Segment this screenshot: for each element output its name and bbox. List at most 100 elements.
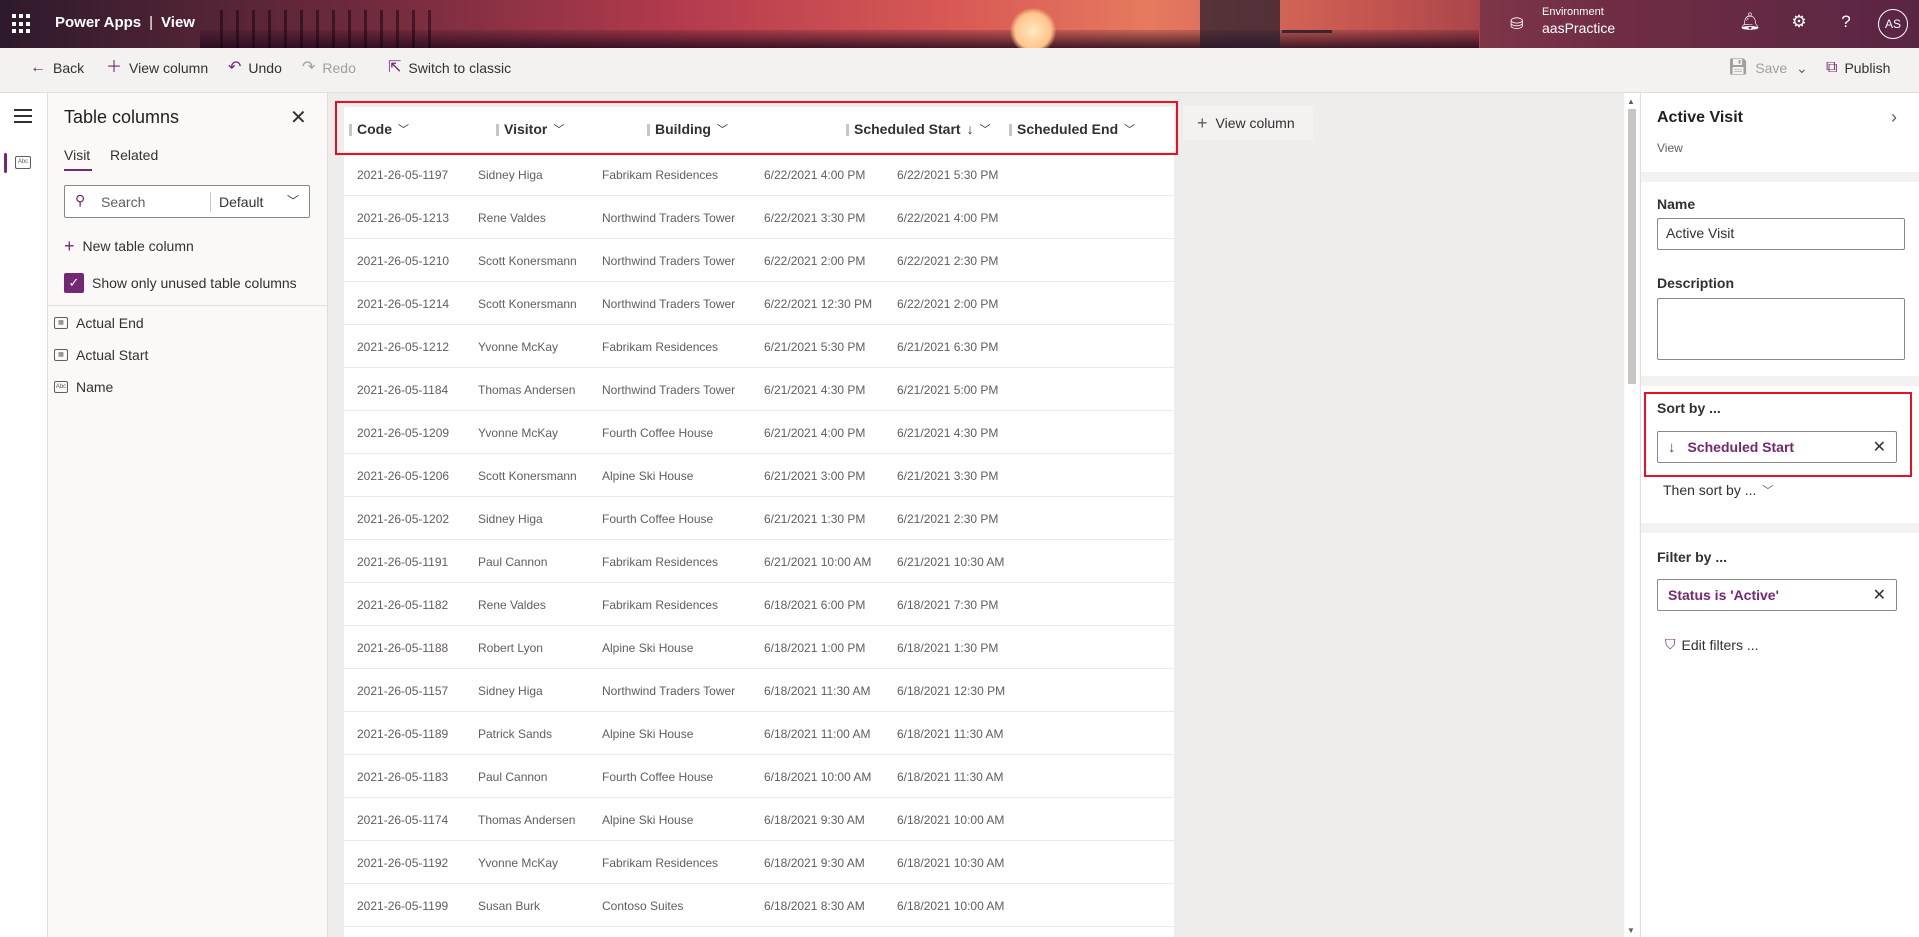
environment-name[interactable]: aasPractice xyxy=(1542,20,1615,36)
column-resize-handle[interactable] xyxy=(1009,124,1012,136)
hamburger-menu-icon[interactable] xyxy=(14,109,32,127)
table-row[interactable]: 2021-26-05-1188 Robert Lyon Alpine Ski Hou… xyxy=(344,626,1174,669)
field-actual-end[interactable]: ▦ Actual End xyxy=(54,315,144,331)
sort-by-value: Scheduled Start xyxy=(1687,439,1795,455)
table-row[interactable]: 2021-26-05-1212 Yvonne McKay Fabrikam Resi… xyxy=(344,325,1174,368)
table-row[interactable]: 2021-26-05-1191 Paul Cannon Fabrikam Resid… xyxy=(344,540,1174,583)
table-row[interactable]: 2021-26-05-1189 Patrick Sands Alpine Ski H… xyxy=(344,712,1174,755)
settings-icon[interactable]: ⚙ xyxy=(1787,12,1811,32)
table-row[interactable]: 2021-26-05-1157 Sidney Higa Northwind Trad… xyxy=(344,669,1174,712)
field-actual-start[interactable]: ▦ Actual Start xyxy=(54,347,148,363)
cell-code: 2021-26-05-1188 xyxy=(357,641,449,655)
table-row[interactable]: 2021-26-05-1197 Sidney Higa Fabrikam Resid… xyxy=(344,153,1174,196)
plus-icon: + xyxy=(1197,113,1208,133)
chevron-down-icon[interactable]: ﹀ xyxy=(398,121,409,137)
close-panel-icon[interactable]: ✕ xyxy=(290,105,307,130)
table-row[interactable]: 2021-26-05-1199 Susan Burk Contoso Suites 6… xyxy=(344,884,1174,927)
edit-filters-button[interactable]: ⛉ Edit filters ... xyxy=(1665,636,1759,653)
table-row[interactable]: 2021-26-05-1174 Thomas Andersen Alpine Ski… xyxy=(344,798,1174,841)
cell-scheduled-start: 6/18/2021 6:00 PM xyxy=(764,598,866,612)
undo-button[interactable]: ↶ Undo xyxy=(228,60,282,77)
chevron-down-icon[interactable]: ﹀ xyxy=(717,121,728,137)
redo-button[interactable]: ↷ Redo xyxy=(302,60,356,77)
cell-scheduled-start: 6/18/2021 9:30 AM xyxy=(764,856,865,870)
date-field-icon: ▦ xyxy=(54,349,68,361)
column-header-label: Scheduled Start xyxy=(854,121,961,137)
table-row[interactable]: 2021-26-05-1183 Paul Cannon Fourth Coffee … xyxy=(344,755,1174,798)
cell-scheduled-end: 6/18/2021 10:00 AM xyxy=(897,899,1005,913)
table-row[interactable]: 2021-26-05-1206 Scott Konersmann Alpine Sk… xyxy=(344,454,1174,497)
table-row[interactable]: 2021-26-05-1182 Rene Valdes Fabrikam Resid… xyxy=(344,583,1174,626)
publish-button[interactable]: ⧉ Publish xyxy=(1826,60,1890,77)
app-launcher-icon[interactable] xyxy=(12,14,32,34)
chevron-down-icon[interactable]: ﹀ xyxy=(553,121,564,137)
cell-scheduled-start: 6/21/2021 3:00 PM xyxy=(764,469,866,483)
environment-icon[interactable]: ⛁ xyxy=(1510,14,1523,34)
column-header-visitor[interactable]: Visitor ﹀ xyxy=(496,121,564,137)
column-resize-handle[interactable] xyxy=(496,124,499,136)
scroll-down-icon[interactable]: ▼ xyxy=(1627,926,1635,935)
filter-pill[interactable]: Status is 'Active' ✕ xyxy=(1657,579,1897,611)
add-view-column-button[interactable]: + View column xyxy=(1183,106,1313,140)
then-sort-by-label: Then sort by ... xyxy=(1663,482,1757,498)
cell-scheduled-end: 6/21/2021 10:30 AM xyxy=(897,555,1005,569)
avatar[interactable]: AS xyxy=(1878,9,1908,39)
filter-icon: ⛉ xyxy=(1665,636,1676,652)
cell-visitor: Rene Valdes xyxy=(478,211,546,225)
cell-building: Northwind Traders Tower xyxy=(602,254,736,268)
remove-filter-icon[interactable]: ✕ xyxy=(1873,585,1886,605)
table-row[interactable]: 2021-26-05-1213 Rene Valdes Northwind Trad… xyxy=(344,196,1174,239)
column-header-label: Scheduled End xyxy=(1017,121,1119,137)
checkmark-icon: ✓ xyxy=(64,273,84,293)
field-label: Actual End xyxy=(76,315,144,331)
tab-related[interactable]: Related xyxy=(110,147,158,163)
table-columns-icon[interactable]: Abc xyxy=(15,156,31,169)
cell-building: Fabrikam Residences xyxy=(602,555,719,569)
table-row[interactable]: 2021-26-05-1214 Scott Konersmann Northwind… xyxy=(344,282,1174,325)
chevron-down-icon[interactable]: ﹀ xyxy=(287,192,299,209)
table-row[interactable]: 2021-26-05-1192 Yvonne McKay Fabrikam Resi… xyxy=(344,841,1174,884)
cell-code: 2021-26-05-1202 xyxy=(357,512,450,526)
header-background-palms xyxy=(220,10,440,48)
name-field[interactable]: Active Visit xyxy=(1657,218,1905,250)
column-header-scheduled-end[interactable]: Scheduled End ﹀ xyxy=(1009,121,1135,137)
column-resize-handle[interactable] xyxy=(349,124,352,136)
search-box: ⚲ Search Default ﹀ xyxy=(64,185,310,218)
then-sort-by-button[interactable]: Then sort by ... ﹀ xyxy=(1663,482,1773,498)
column-resize-handle[interactable] xyxy=(846,124,849,136)
column-header-code[interactable]: Code ﹀ xyxy=(349,121,409,137)
switch-classic-button[interactable]: ⇱ Switch to classic xyxy=(388,60,511,77)
scrollbar-thumb[interactable] xyxy=(1628,109,1636,384)
chevron-down-icon[interactable]: ﹀ xyxy=(1124,121,1135,137)
column-header-scheduled-start[interactable]: Scheduled Start ↓ ﹀ xyxy=(846,121,991,137)
scroll-up-icon[interactable]: ▲ xyxy=(1627,97,1635,106)
back-button[interactable]: ← Back xyxy=(30,60,84,77)
save-options-chevron-icon[interactable]: ⌄ xyxy=(1796,60,1808,77)
show-unused-checkbox[interactable]: ✓ Show only unused table columns xyxy=(64,273,297,293)
table-row[interactable]: 2021-26-05-1184 Thomas Andersen Northwind … xyxy=(344,368,1174,411)
collapse-panel-icon[interactable]: › xyxy=(1891,107,1897,128)
field-name[interactable]: Abc Name xyxy=(54,379,113,395)
remove-sort-icon[interactable]: ✕ xyxy=(1873,437,1886,457)
view-column-button[interactable]: ＋ View column xyxy=(106,60,208,77)
table-row[interactable]: 2021-26-05-1210 Scott Konersmann Northwind… xyxy=(344,239,1174,282)
help-icon[interactable]: ? xyxy=(1834,12,1858,32)
search-input[interactable]: Search xyxy=(101,194,145,210)
chevron-down-icon[interactable]: ﹀ xyxy=(980,121,991,137)
notifications-icon[interactable]: 🔔︎ xyxy=(1738,12,1762,32)
search-icon: ⚲ xyxy=(75,192,86,208)
save-button[interactable]: 💾︎ Save xyxy=(1728,60,1787,77)
app-title[interactable]: Power Apps | View xyxy=(55,14,195,31)
column-header-building[interactable]: Building ﹀ xyxy=(647,121,728,137)
column-resize-handle[interactable] xyxy=(647,124,650,136)
table-row[interactable]: 2021-26-05-1202 Sidney Higa Fourth Coffee … xyxy=(344,497,1174,540)
tab-visit[interactable]: Visit xyxy=(64,147,90,163)
filter-dropdown[interactable]: Default xyxy=(219,194,263,210)
table-row[interactable]: 2021-26-05-1209 Yvonne McKay Fourth Coffee… xyxy=(344,411,1174,454)
sort-by-pill[interactable]: ↓ Scheduled Start ✕ xyxy=(1657,431,1897,463)
cell-scheduled-end: 6/21/2021 2:30 PM xyxy=(897,512,999,526)
description-field[interactable] xyxy=(1657,298,1905,360)
grid-scrollbar[interactable]: ▲ ▼ xyxy=(1625,93,1639,937)
cell-code: 2021-26-05-1214 xyxy=(357,297,450,311)
new-table-column-button[interactable]: + New table column xyxy=(64,237,194,255)
